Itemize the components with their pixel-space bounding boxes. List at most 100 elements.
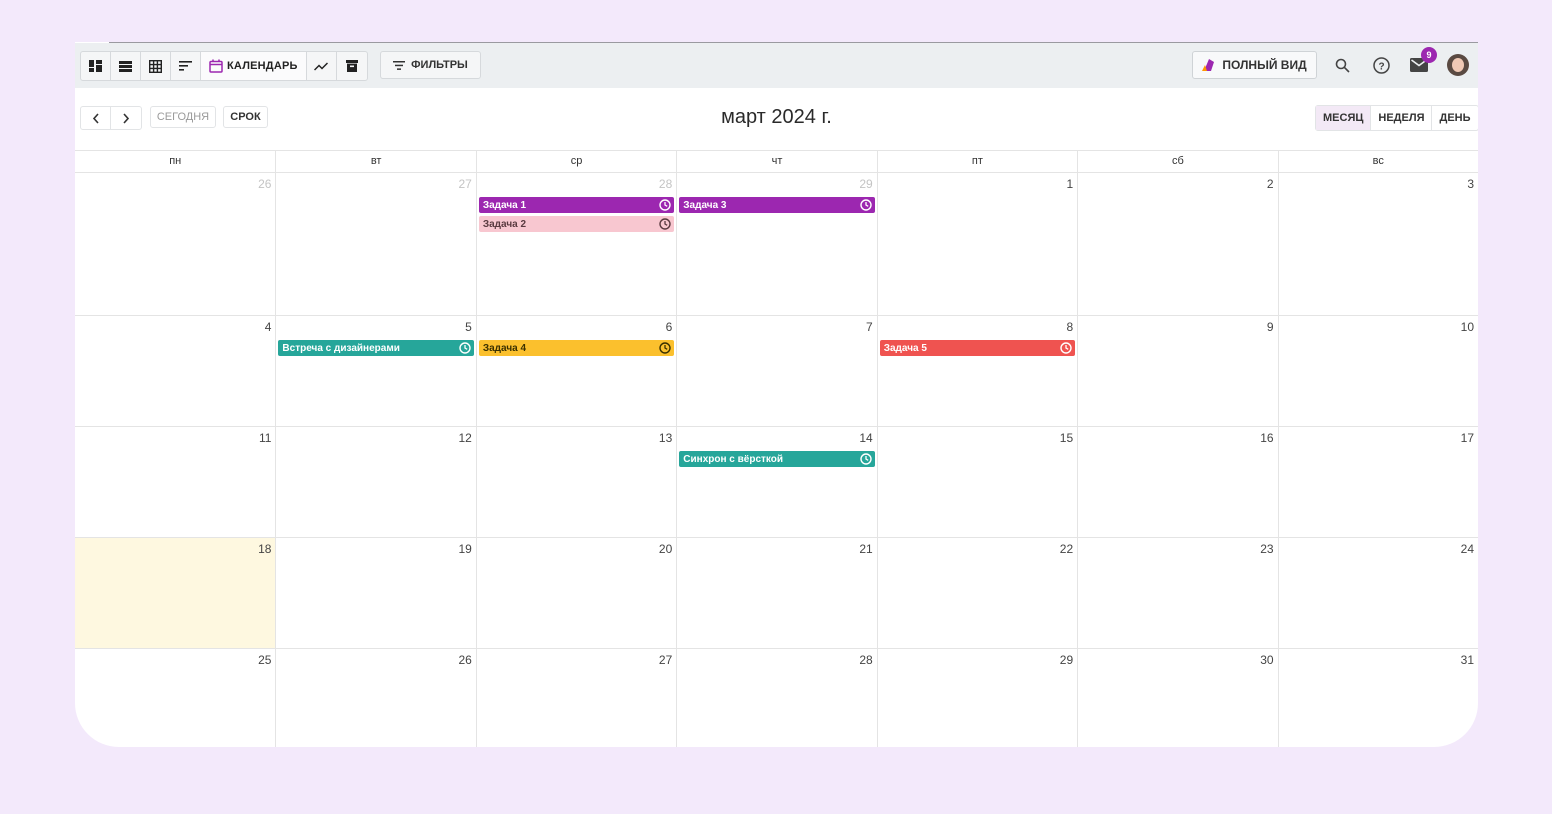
day-cell[interactable]: 24 <box>1277 538 1478 648</box>
calendar-event[interactable]: Задача 1 <box>478 197 675 213</box>
view-mode-week[interactable]: НЕДЕЛЯ <box>1371 106 1433 130</box>
view-mode-month[interactable]: МЕСЯЦ <box>1316 106 1372 130</box>
day-cell[interactable]: 26 <box>275 649 475 747</box>
calendar-event[interactable]: Задача 3 <box>679 197 875 213</box>
day-cell[interactable]: 8 Задача 5 <box>876 316 1077 426</box>
day-cell[interactable]: 13 <box>475 427 676 537</box>
calendar-event[interactable]: Задача 2 <box>478 216 675 232</box>
view-mode-day[interactable]: ДЕНЬ <box>1432 106 1477 130</box>
help-button[interactable]: ? <box>1371 55 1391 75</box>
day-events: Задача 5 <box>879 340 1076 359</box>
day-cell[interactable]: 17 <box>1277 427 1478 537</box>
filters-button[interactable]: ФИЛЬТРЫ <box>380 51 481 79</box>
day-cell[interactable]: 20 <box>475 538 676 648</box>
day-number: 5 <box>465 320 472 334</box>
day-events: Встреча с дизайнерами <box>278 340 474 359</box>
day-cell[interactable]: 6 Задача 4 <box>475 316 676 426</box>
calendar-event[interactable]: Задача 4 <box>478 340 675 356</box>
day-number: 2 <box>1266 177 1274 191</box>
day-cell[interactable]: 28 <box>676 649 876 747</box>
day-cell[interactable]: 2 <box>1077 173 1277 315</box>
table-view-button[interactable] <box>141 52 171 80</box>
day-cell[interactable]: 14 Синхрон с вёрсткой <box>676 427 876 537</box>
day-events: Задача 4 <box>478 340 675 359</box>
day-number: 3 <box>1467 177 1474 191</box>
chart-view-icon <box>314 61 329 71</box>
day-cell[interactable]: 3 <box>1277 173 1478 315</box>
weekday-header: пн вт ср чт пт сб вс <box>75 150 1478 173</box>
search-button[interactable] <box>1332 55 1352 75</box>
help-icon: ? <box>1372 56 1390 74</box>
day-cell[interactable]: 21 <box>676 538 876 648</box>
day-cell[interactable]: 29 Задача 3 <box>676 173 876 315</box>
list-view-button[interactable] <box>111 52 141 80</box>
day-number: 30 <box>1260 653 1274 667</box>
sort-view-button[interactable] <box>171 52 201 80</box>
day-cell[interactable]: 25 <box>75 649 275 747</box>
day-cell[interactable]: 15 <box>876 427 1077 537</box>
clock-icon <box>659 199 671 211</box>
day-cell[interactable]: 7 <box>676 316 876 426</box>
day-cell[interactable]: 16 <box>1077 427 1277 537</box>
full-view-button[interactable]: ПОЛНЫЙ ВИД <box>1192 51 1317 79</box>
board-view-button[interactable] <box>81 52 111 80</box>
calendar-event[interactable]: Встреча с дизайнерами <box>278 340 474 356</box>
day-number: 21 <box>859 542 873 556</box>
day-cell[interactable]: 12 <box>275 427 475 537</box>
calendar-view-button[interactable]: КАЛЕНДАРЬ <box>201 52 307 80</box>
day-cell[interactable]: 11 <box>75 427 275 537</box>
event-title: Встреча с дизайнерами <box>282 342 400 354</box>
day-cell[interactable]: 1 <box>876 173 1077 315</box>
calendar-event[interactable]: Синхрон с вёрсткой <box>679 451 875 467</box>
week-row: 4 5 Встреча с дизайнерами 6 Задача 4 7 8 Задача… <box>75 316 1478 427</box>
full-view-label: ПОЛНЫЙ ВИД <box>1222 58 1307 72</box>
day-number: 24 <box>1460 542 1474 556</box>
day-cell[interactable]: 19 <box>275 538 475 648</box>
day-number: 28 <box>658 177 673 191</box>
chart-view-button[interactable] <box>307 52 337 80</box>
day-cell[interactable]: 27 <box>275 173 475 315</box>
archive-view-button[interactable] <box>337 52 367 80</box>
event-title: Задача 3 <box>683 199 727 211</box>
day-cell[interactable]: 29 <box>876 649 1077 747</box>
day-number: 20 <box>658 542 673 556</box>
day-cell[interactable]: 22 <box>876 538 1077 648</box>
week-row: 25 26 27 28 29 30 31 <box>75 649 1478 747</box>
weeks-container: 26 27 28 Задача 1 Задача 2 29 Задача 3 1 2 3 4 5 Вст… <box>75 173 1478 747</box>
day-events: Задача 1 Задача 2 <box>478 197 675 235</box>
day-number: 1 <box>1066 177 1074 191</box>
avatar[interactable] <box>1447 54 1469 76</box>
filters-label: ФИЛЬТРЫ <box>411 59 468 71</box>
clock-icon <box>659 218 671 230</box>
day-cell[interactable]: 28 Задача 1 Задача 2 <box>475 173 676 315</box>
day-cell[interactable]: 10 <box>1277 316 1478 426</box>
calendar-event[interactable]: Задача 5 <box>879 340 1076 356</box>
notification-badge: 9 <box>1421 47 1437 63</box>
svg-text:?: ? <box>1378 61 1384 72</box>
day-number: 29 <box>859 177 873 191</box>
day-cell[interactable]: 23 <box>1077 538 1277 648</box>
weekday-label: вс <box>1277 151 1478 172</box>
day-number: 11 <box>258 431 272 445</box>
calendar-app: КАЛЕНДАРЬ ФИЛЬТРЫ ПОЛНЫЙ ВИД ? 9 СЕГОДНЯ… <box>75 42 1478 747</box>
weekday-label: чт <box>676 151 876 172</box>
day-cell[interactable]: 18 <box>75 538 276 648</box>
day-number: 23 <box>1260 542 1274 556</box>
weekday-label: пн <box>169 155 182 167</box>
day-cell[interactable]: 31 <box>1277 649 1478 747</box>
day-number: 7 <box>866 320 873 334</box>
day-number: 25 <box>258 653 272 667</box>
day-cell[interactable]: 27 <box>475 649 676 747</box>
calendar-view-label: КАЛЕНДАРЬ <box>227 60 298 72</box>
day-cell[interactable]: 5 Встреча с дизайнерами <box>275 316 475 426</box>
week-row: 11 12 13 14 Синхрон с вёрсткой 15 16 17 <box>75 427 1478 538</box>
day-cell[interactable]: 9 <box>1077 316 1277 426</box>
clock-icon <box>860 199 872 211</box>
list-view-icon <box>119 60 132 72</box>
day-number: 16 <box>1260 431 1274 445</box>
day-cell[interactable]: 26 <box>75 173 275 315</box>
day-events: Задача 3 <box>679 197 875 216</box>
full-view-icon <box>1202 59 1215 71</box>
day-cell[interactable]: 4 <box>75 316 275 426</box>
day-cell[interactable]: 30 <box>1077 649 1277 747</box>
